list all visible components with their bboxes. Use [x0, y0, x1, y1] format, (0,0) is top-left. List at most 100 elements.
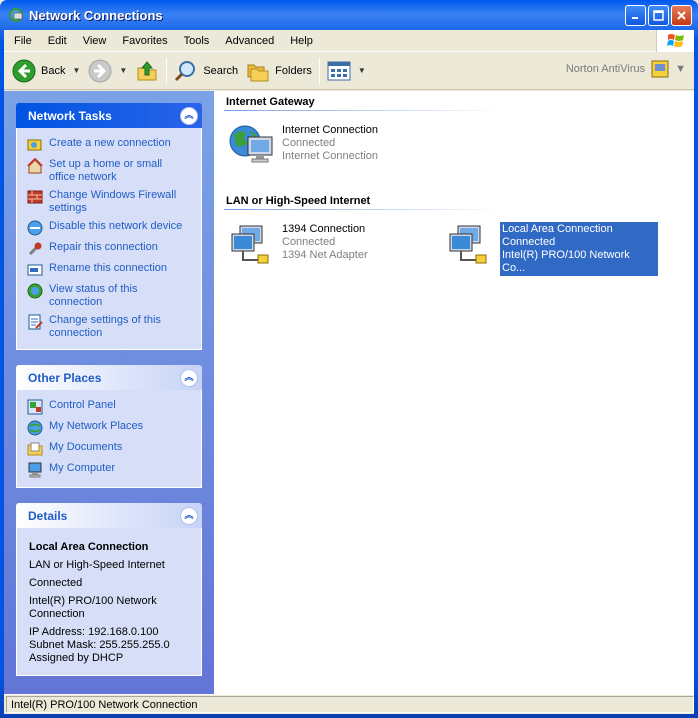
details-type: LAN or High-Speed Internet [29, 559, 165, 571]
connections-view[interactable]: Internet Gateway Internet Connection Con… [214, 91, 694, 694]
details-ip-address: IP Address: 192.168.0.100 [29, 626, 159, 638]
network-tasks-header[interactable]: Network Tasks ︽ [16, 103, 202, 128]
section-internet-gateway: Internet Gateway [226, 96, 315, 108]
task-label: Rename this connection [49, 262, 168, 274]
task-pane: Network Tasks ︽ Create a new connection … [4, 91, 214, 694]
task-create-connection[interactable]: Create a new connection [27, 137, 191, 153]
menu-edit[interactable]: Edit [40, 33, 75, 49]
connection-internet[interactable]: Internet Connection Connected Internet C… [228, 123, 378, 169]
task-label: Disable this network device [49, 220, 183, 232]
details-title: Details [28, 508, 68, 523]
body-area: Network Tasks ︽ Create a new connection … [4, 91, 694, 694]
close-icon [677, 11, 686, 20]
connection-device: Internet Connection [282, 150, 379, 162]
lan-connection-icon [231, 225, 269, 264]
connection-status: Connected [502, 236, 556, 248]
up-folder-button[interactable] [131, 56, 163, 86]
new-connection-icon [27, 139, 42, 151]
collapse-chevron-icon[interactable]: ︽ [180, 368, 198, 387]
views-button[interactable]: ▼ [323, 58, 370, 84]
maximize-button[interactable] [648, 5, 669, 26]
maximize-icon [653, 10, 664, 21]
collapse-chevron-icon[interactable]: ︽ [180, 106, 198, 125]
task-home-network[interactable]: Set up a home or small office network [27, 158, 191, 184]
network-tasks-group: Network Tasks ︽ Create a new connection … [16, 103, 202, 350]
menu-help[interactable]: Help [282, 33, 321, 49]
my-documents-icon [27, 442, 43, 456]
details-header[interactable]: Details ︽ [16, 503, 202, 528]
menu-file[interactable]: File [6, 33, 40, 49]
task-disable-device[interactable]: Disable this network device [27, 220, 191, 236]
task-firewall[interactable]: Change Windows Firewall settings [27, 189, 191, 215]
place-control-panel[interactable]: Control Panel [27, 399, 191, 415]
view-status-icon [27, 283, 43, 299]
connection-local-area[interactable]: Local Area Connection Connected Intel(R)… [446, 222, 658, 276]
task-rename[interactable]: Rename this connection [27, 262, 191, 278]
details-group: Details ︽ Local Area Connection LAN or H… [16, 503, 202, 676]
toolbar-separator [318, 57, 320, 84]
menu-advanced[interactable]: Advanced [217, 33, 282, 49]
task-label: Change settings of this [49, 314, 161, 326]
menu-tools[interactable]: Tools [176, 33, 218, 49]
connection-name: Local Area Connection [502, 223, 613, 235]
status-text: Intel(R) PRO/100 Network Connection [6, 696, 694, 713]
connection-device: 1394 Net Adapter [282, 249, 368, 261]
task-view-status[interactable]: View status of this connection [27, 283, 191, 309]
connection-name: 1394 Connection [282, 223, 366, 235]
close-button[interactable] [671, 5, 692, 26]
task-label-cont: connection [49, 327, 103, 339]
forward-button[interactable]: ▼ [84, 56, 131, 86]
connection-1394[interactable]: 1394 Connection Connected 1394 Net Adapt… [228, 222, 368, 268]
task-label: Set up a home or small [49, 158, 163, 170]
task-label: Change Windows Firewall [49, 189, 177, 201]
other-places-header[interactable]: Other Places ︽ [16, 365, 202, 390]
network-connections-icon [9, 8, 23, 22]
place-network-places[interactable]: My Network Places [27, 420, 191, 436]
place-my-computer[interactable]: My Computer [27, 462, 191, 478]
disable-device-icon [27, 220, 43, 236]
window-title: Network Connections [29, 7, 163, 23]
firewall-icon [27, 190, 43, 204]
details-adapter: Intel(R) PRO/100 Network [29, 595, 157, 607]
other-places-group: Other Places ︽ Control Panel My Network … [16, 365, 202, 488]
repair-wrench-icon [28, 242, 42, 256]
other-places-body: Control Panel My Network Places My Docum… [16, 390, 202, 488]
toolbar-separator [166, 57, 168, 84]
details-status: Connected [29, 577, 83, 589]
title-bar[interactable]: Network Connections [4, 0, 694, 30]
views-dropdown-icon[interactable]: ▼ [358, 66, 366, 75]
minimize-icon [632, 17, 638, 19]
details-assigned-by: Assigned by DHCP [29, 652, 124, 664]
internet-gateway-icon [229, 125, 273, 163]
minimize-button[interactable] [625, 5, 646, 26]
forward-arrow-icon [88, 59, 112, 82]
views-icon [327, 61, 351, 80]
norton-antivirus-button[interactable]: Norton AntiVirus ▼ [566, 60, 686, 78]
place-my-documents[interactable]: My Documents [27, 441, 191, 457]
folders-button[interactable]: Folders [242, 56, 316, 86]
menu-view[interactable]: View [75, 33, 115, 49]
place-label: My Computer [49, 462, 116, 474]
back-arrow-icon [12, 59, 36, 82]
other-places-title: Other Places [28, 370, 102, 385]
status-bar: Intel(R) PRO/100 Network Connection [4, 694, 694, 714]
norton-dropdown-icon[interactable]: ▼ [675, 63, 686, 75]
search-button[interactable]: Search [170, 56, 242, 86]
menu-favorites[interactable]: Favorites [114, 33, 175, 49]
folders-icon [247, 64, 269, 81]
task-label: View status of this [49, 283, 138, 295]
place-label: My Network Places [49, 420, 144, 432]
task-label: Repair this connection [49, 241, 158, 253]
connection-status: Connected [282, 137, 336, 149]
task-change-settings[interactable]: Change settings of this connection [27, 314, 191, 340]
window: Network Connections File Edit View Favor… [0, 0, 698, 718]
forward-dropdown-icon[interactable]: ▼ [119, 66, 127, 75]
task-repair[interactable]: Repair this connection [27, 241, 191, 257]
back-dropdown-icon[interactable]: ▼ [72, 66, 80, 75]
back-button[interactable]: Back ▼ [8, 56, 84, 86]
norton-antivirus-icon [651, 60, 669, 78]
lan-connection-icon [449, 225, 487, 264]
collapse-chevron-icon[interactable]: ︽ [180, 506, 198, 525]
change-settings-icon [28, 314, 43, 330]
place-label: Control Panel [49, 399, 116, 411]
